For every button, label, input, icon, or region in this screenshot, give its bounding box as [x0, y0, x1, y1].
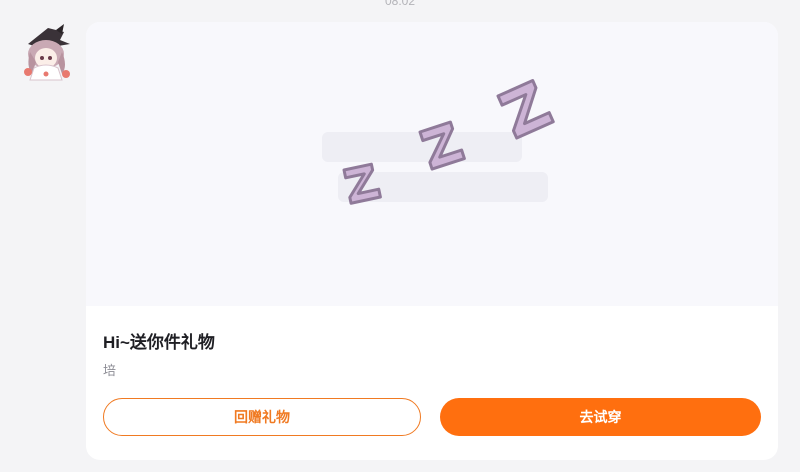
anime-character-avatar-icon: [24, 24, 70, 81]
try-on-button[interactable]: 去试穿: [440, 398, 761, 436]
avatar[interactable]: [18, 22, 74, 82]
gift-title: Hi~送你件礼物: [103, 333, 215, 352]
return-gift-button[interactable]: 回赠礼物: [103, 398, 421, 436]
sleeping-zzz-icon: [322, 79, 555, 205]
gift-sender-name: 培: [103, 363, 117, 378]
gift-preview-image: [86, 22, 778, 306]
gift-message-card[interactable]: Hi~送你件礼物 培 回赠礼物 去试穿: [86, 22, 778, 460]
message-timestamp: 08:02: [384, 0, 416, 8]
